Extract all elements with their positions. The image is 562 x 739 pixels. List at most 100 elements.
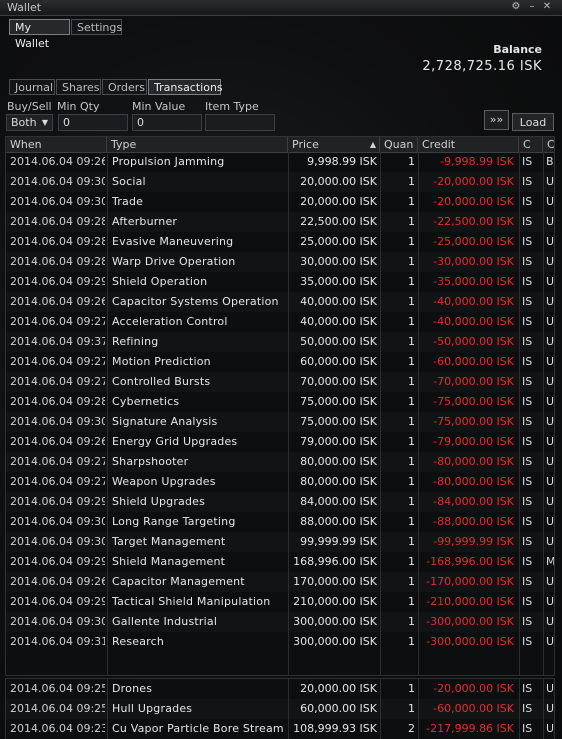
column-price[interactable]: Price ▲ [288, 137, 380, 152]
cell-client: IS [522, 375, 533, 388]
table-row[interactable]: 2014.06.04 09:28 Cybernetics 75,000.00 ISK… [6, 392, 554, 412]
cell-c2: U [546, 455, 555, 468]
table-row[interactable]: 2014.06.04 09:27 Motion Prediction 60,000.… [6, 352, 554, 372]
cell-when: 2014.06.04 09:28 [10, 215, 105, 228]
table-row[interactable]: 2014.06.04 09:26 Energy Grid Upgrades 79,0… [6, 432, 554, 452]
fast-forward-button[interactable]: »» [484, 110, 509, 130]
cell-quantity: 1 [408, 575, 415, 588]
cell-price: 40,000.00 ISK [300, 315, 377, 328]
item-type-input[interactable] [205, 114, 275, 131]
cell-credit: -30,000.00 ISK [433, 255, 514, 268]
balance-value: 2,728,725.16 ISK [422, 59, 542, 74]
tab-transactions[interactable]: Transactions [148, 79, 223, 95]
cell-client: IS [522, 575, 533, 588]
cell-type: Drones [112, 682, 153, 695]
table-row[interactable]: 2014.06.04 09:31 Research 300,000.00 ISK 1-… [6, 632, 554, 652]
cell-credit: -60,000.00 ISK [433, 355, 514, 368]
cell-credit: -75,000.00 ISK [433, 415, 514, 428]
buy-sell-select[interactable]: Both ▼ [6, 114, 53, 131]
column-type[interactable]: Type [107, 137, 288, 152]
buy-sell-value: Both [11, 116, 37, 129]
load-button[interactable]: Load [512, 113, 554, 131]
tab-journal[interactable]: Journal [9, 79, 55, 95]
table-row[interactable]: 2014.06.04 09:30 Signature Analysis 75,000… [6, 412, 554, 432]
cell-price: 70,000.00 ISK [300, 375, 377, 388]
table-row[interactable]: 2014.06.04 09:29 Shield Upgrades 84,000.00… [6, 492, 554, 512]
table-row[interactable]: 2014.06.04 09:28 Afterburner 22,500.00 ISK… [6, 212, 554, 232]
table-row[interactable]: 2014.06.04 09:27 Controlled Bursts 70,000.… [6, 372, 554, 392]
cell-credit: -84,000.00 ISK [433, 495, 514, 508]
tab-settings[interactable]: Settings [71, 19, 122, 35]
settings-icon[interactable]: ⚙ [510, 1, 522, 13]
cell-price: 99,999.99 ISK [300, 535, 377, 548]
table-row[interactable]: 2014.06.04 09:26 Capacitor Systems Operat… [6, 292, 554, 312]
cell-when: 2014.06.04 09:29 [10, 555, 105, 568]
cell-c2: U [546, 615, 555, 628]
tab-orders[interactable]: Orders [102, 79, 147, 95]
cell-type: Long Range Targeting [112, 515, 236, 528]
table-row[interactable]: 2014.06.04 09:25 Hull Upgrades 60,000.00 I… [6, 699, 554, 719]
cell-type: Research [112, 635, 165, 648]
table-row[interactable]: 2014.06.04 09:27 Weapon Upgrades 80,000.00… [6, 472, 554, 492]
cell-client: IS [522, 722, 533, 735]
table-row[interactable]: 2014.06.04 09:27 Acceleration Control 40,0… [6, 312, 554, 332]
cell-price: 168,996.00 ISK [293, 555, 377, 568]
cell-credit: -20,000.00 ISK [433, 195, 514, 208]
table-row[interactable]: 2014.06.04 09:30 Long Range Targeting 88,0… [6, 512, 554, 532]
cell-credit: -9,998.99 ISK [440, 155, 514, 168]
table-row[interactable]: 2014.06.04 09:26 Propulsion Jamming 9,998.… [6, 152, 554, 172]
cell-client: IS [522, 615, 533, 628]
table-row[interactable]: 2014.06.04 09:30 Gallente Industrial 300,0… [6, 612, 554, 632]
cell-price: 30,000.00 ISK [300, 255, 377, 268]
cell-price: 300,000.00 ISK [293, 615, 377, 628]
column-client[interactable]: C [519, 137, 543, 152]
transactions-table-continued: 2014.06.04 09:25 Drones 20,000.00 ISK 1 -20,… [5, 678, 555, 739]
cell-price: 40,000.00 ISK [300, 295, 377, 308]
window-titlebar[interactable]: Wallet ⚙ – ✕ [0, 0, 562, 16]
table-row[interactable]: 2014.06.04 09:29 Shield Operation 35,000.0… [6, 272, 554, 292]
cell-client: IS [522, 275, 533, 288]
column-quantity[interactable]: Quan [380, 137, 418, 152]
table-row[interactable]: 2014.06.04 09:29 Shield Management 168,996… [6, 552, 554, 572]
cell-type: Refining [112, 335, 159, 348]
table-row[interactable]: 2014.06.04 09:25 Drones 20,000.00 ISK 1 -20,… [6, 679, 554, 699]
table-row[interactable]: 2014.06.04 09:30 Social 20,000.00 ISK 1 -20,… [6, 172, 554, 192]
table-row[interactable]: 2014.06.04 09:30 Trade 20,000.00 ISK 1 -20,0… [6, 192, 554, 212]
cell-when: 2014.06.04 09:29 [10, 275, 105, 288]
table-row[interactable]: 2014.06.04 09:26 Capacitor Management 170,… [6, 572, 554, 592]
cell-credit: -70,000.00 ISK [433, 375, 514, 388]
min-value-input[interactable]: 0 [132, 114, 202, 131]
tab-shares[interactable]: Shares [56, 79, 101, 95]
cell-credit: -20,000.00 ISK [433, 175, 514, 188]
table-row[interactable]: 2014.06.04 09:28 Warp Drive Operation 30,0… [6, 252, 554, 272]
column-c2[interactable]: C [543, 137, 554, 152]
cell-price: 20,000.00 ISK [300, 195, 377, 208]
table-row[interactable]: 2014.06.04 09:27 Sharpshooter 80,000.00 IS… [6, 452, 554, 472]
close-icon[interactable]: ✕ [541, 1, 553, 13]
cell-price: 25,000.00 ISK [300, 235, 377, 248]
cell-price: 80,000.00 ISK [300, 455, 377, 468]
cell-client: IS [522, 295, 533, 308]
cell-type: Tactical Shield Manipulation [112, 595, 271, 608]
cell-when: 2014.06.04 09:27 [10, 315, 105, 328]
cell-credit: -300,000.00 ISK [426, 635, 514, 648]
cell-when: 2014.06.04 09:30 [10, 515, 105, 528]
table-row[interactable]: 2014.06.04 09:29 Tactical Shield Manipula… [6, 592, 554, 612]
cell-client: IS [522, 435, 533, 448]
column-credit[interactable]: Credit [418, 137, 519, 152]
min-qty-label: Min Qty [57, 100, 100, 113]
tab-my-wallet[interactable]: My Wallet [9, 19, 70, 50]
buy-sell-label: Buy/Sell [7, 100, 52, 113]
table-row[interactable]: 2014.06.04 09:28 Evasive Maneuvering 25,00… [6, 232, 554, 252]
cell-quantity: 1 [408, 175, 415, 188]
table-row[interactable]: 2014.06.04 09:30 Target Management 99,999.… [6, 532, 554, 552]
minimize-icon[interactable]: – [526, 1, 538, 13]
table-row[interactable]: 2014.06.04 09:37 Refining 50,000.00 ISK 1 -5… [6, 332, 554, 352]
cell-quantity: 1 [408, 615, 415, 628]
min-qty-input[interactable]: 0 [58, 114, 128, 131]
column-when[interactable]: When [6, 137, 107, 152]
cell-type: Warp Drive Operation [112, 255, 236, 268]
cell-c2: U [546, 215, 555, 228]
table-row[interactable]: 2014.06.04 09:23 Cu Vapor Particle Bore S… [6, 719, 554, 739]
cell-price: 80,000.00 ISK [300, 475, 377, 488]
